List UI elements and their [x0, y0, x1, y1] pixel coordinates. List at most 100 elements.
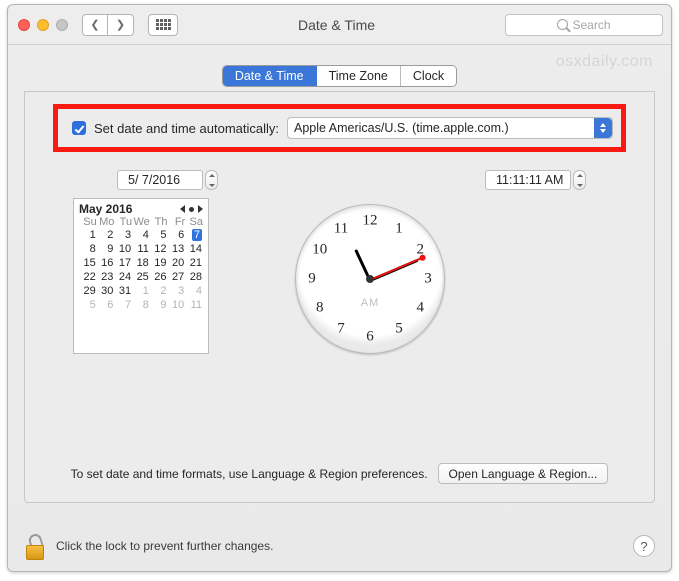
time-server-combo[interactable]: Apple Americas/U.S. (time.apple.com.)	[287, 117, 613, 139]
watermark: osxdaily.com	[556, 53, 653, 71]
cal-day[interactable]: 2	[97, 228, 115, 242]
cal-day[interactable]: 29	[79, 284, 97, 298]
cal-day[interactable]: 7	[185, 228, 203, 242]
date-stepper[interactable]	[205, 170, 218, 190]
format-hint-row: To set date and time formats, use Langua…	[25, 463, 654, 484]
cal-day[interactable]: 25	[132, 270, 150, 284]
cal-day[interactable]: 24	[114, 270, 132, 284]
cal-day[interactable]: 27	[168, 270, 186, 284]
cal-day[interactable]: 8	[132, 298, 150, 312]
cal-day[interactable]: 1	[132, 284, 150, 298]
prefs-window: ❮ ❯ Date & Time Search osxdaily.com Date…	[7, 4, 672, 572]
cal-day[interactable]: 5	[79, 298, 97, 312]
titlebar: ❮ ❯ Date & Time Search	[8, 5, 671, 45]
tab-bar: Date & Time Time Zone Clock	[222, 65, 457, 87]
clock-number: 8	[316, 300, 324, 317]
cal-dow: Mo	[97, 216, 115, 228]
analog-clock: 121234567891011 AM	[295, 204, 445, 354]
cal-dow: Th	[150, 216, 168, 228]
auto-checkbox[interactable]	[72, 121, 86, 135]
clock-pin	[366, 275, 374, 283]
cal-day[interactable]: 26	[150, 270, 168, 284]
cal-day[interactable]: 8	[79, 242, 97, 256]
cal-day[interactable]: 21	[185, 256, 203, 270]
field-row: 5/ 7/2016 11:11:11 AM	[53, 170, 626, 190]
tab-date-time[interactable]: Date & Time	[223, 66, 317, 86]
cal-day[interactable]: 9	[97, 242, 115, 256]
search-icon	[557, 19, 568, 30]
cal-day[interactable]: 11	[185, 298, 203, 312]
zoom-button[interactable]	[56, 19, 68, 31]
cal-day[interactable]: 23	[97, 270, 115, 284]
cal-day[interactable]: 20	[168, 256, 186, 270]
date-field[interactable]: 5/ 7/2016	[117, 170, 203, 190]
cal-day[interactable]: 10	[114, 242, 132, 256]
close-button[interactable]	[18, 19, 30, 31]
cal-day[interactable]: 3	[114, 228, 132, 242]
cal-day[interactable]: 7	[114, 298, 132, 312]
cal-day[interactable]: 12	[150, 242, 168, 256]
cal-day[interactable]: 4	[132, 228, 150, 242]
cal-day[interactable]: 9	[150, 298, 168, 312]
cal-day[interactable]: 28	[185, 270, 203, 284]
cal-next-icon[interactable]	[198, 205, 203, 213]
cal-day[interactable]: 13	[168, 242, 186, 256]
time-stepper[interactable]	[573, 170, 586, 190]
cal-day[interactable]: 19	[150, 256, 168, 270]
forward-button[interactable]: ❯	[108, 14, 134, 36]
date-field-group: 5/ 7/2016	[117, 170, 218, 190]
search-input[interactable]: Search	[505, 14, 663, 36]
lock-hint: Click the lock to prevent further change…	[56, 539, 273, 553]
calendar-title: May 2016	[79, 202, 132, 216]
cal-today-icon[interactable]	[189, 207, 194, 212]
cal-dow: Fr	[168, 216, 186, 228]
back-button[interactable]: ❮	[82, 14, 108, 36]
time-server-value: Apple Americas/U.S. (time.apple.com.)	[294, 121, 509, 135]
cal-day[interactable]: 6	[168, 228, 186, 242]
cal-day[interactable]: 4	[185, 284, 203, 298]
tab-time-zone[interactable]: Time Zone	[317, 66, 401, 86]
help-button[interactable]: ?	[633, 535, 655, 557]
highlight-box: Set date and time automatically: Apple A…	[53, 104, 626, 152]
cal-dow: Tu	[114, 216, 132, 228]
cal-day[interactable]: 17	[114, 256, 132, 270]
cal-day[interactable]: 31	[114, 284, 132, 298]
clock-number: 4	[416, 300, 424, 317]
nav-group: ❮ ❯	[82, 14, 134, 36]
lock-icon[interactable]	[24, 532, 46, 560]
show-all-button[interactable]	[148, 14, 178, 36]
cal-day[interactable]: 16	[97, 256, 115, 270]
cal-day[interactable]: 15	[79, 256, 97, 270]
tab-clock[interactable]: Clock	[401, 66, 456, 86]
cal-day[interactable]: 14	[185, 242, 203, 256]
cal-day[interactable]: 6	[97, 298, 115, 312]
calendar[interactable]: May 2016 SuMoTuWeThFrSa 1234567891011121…	[73, 198, 209, 354]
combo-handle-icon	[594, 118, 612, 138]
auto-label: Set date and time automatically:	[94, 121, 279, 136]
columns: May 2016 SuMoTuWeThFrSa 1234567891011121…	[53, 198, 626, 354]
clock-number: 1	[395, 220, 403, 237]
cal-day[interactable]: 22	[79, 270, 97, 284]
cal-dow: We	[132, 216, 150, 228]
cal-day[interactable]: 2	[150, 284, 168, 298]
clock-number: 9	[308, 271, 316, 288]
minimize-button[interactable]	[37, 19, 49, 31]
clock-number: 12	[363, 213, 378, 230]
calendar-grid: SuMoTuWeThFrSa 1234567891011121314151617…	[79, 216, 203, 312]
cal-day[interactable]: 18	[132, 256, 150, 270]
cal-day[interactable]: 3	[168, 284, 186, 298]
cal-day[interactable]: 30	[97, 284, 115, 298]
cal-dow: Sa	[185, 216, 203, 228]
time-field[interactable]: 11:11:11 AM	[485, 170, 571, 190]
open-language-region-button[interactable]: Open Language & Region...	[438, 463, 609, 484]
clock-ampm: AM	[361, 297, 380, 309]
cal-day[interactable]: 10	[168, 298, 186, 312]
cal-day[interactable]: 5	[150, 228, 168, 242]
cal-prev-icon[interactable]	[180, 205, 185, 213]
lock-bar: Click the lock to prevent further change…	[24, 529, 655, 563]
cal-day[interactable]: 1	[79, 228, 97, 242]
clock-number: 10	[312, 242, 327, 259]
search-placeholder: Search	[572, 18, 610, 32]
cal-day[interactable]: 11	[132, 242, 150, 256]
cal-dow: Su	[79, 216, 97, 228]
